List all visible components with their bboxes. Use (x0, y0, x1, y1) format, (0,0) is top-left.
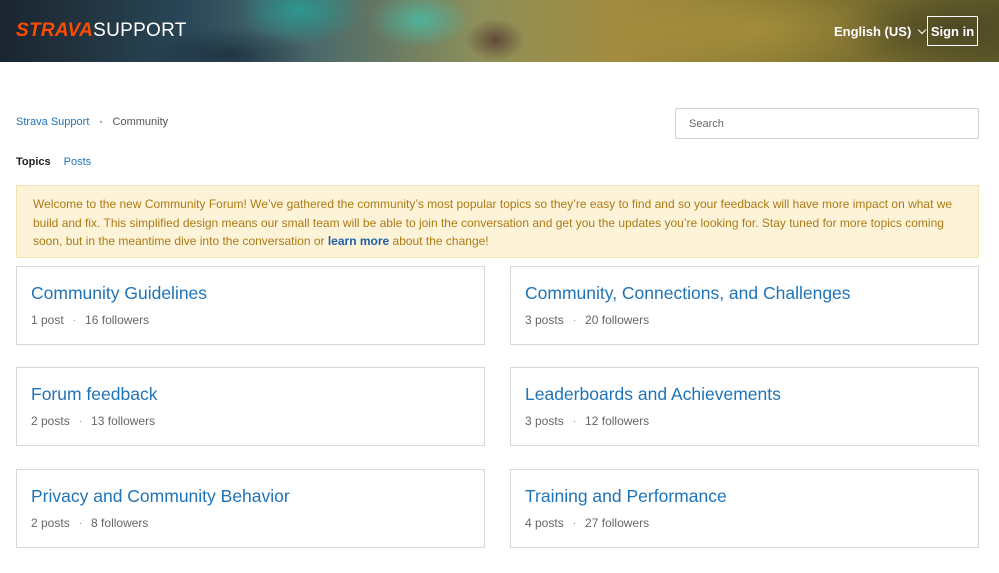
topic-follower-count: 13 followers (91, 414, 156, 428)
topic-title[interactable]: Forum feedback (31, 384, 157, 405)
meta-separator: · (572, 415, 577, 427)
notice-text: Welcome to the new Community Forum! We’v… (33, 197, 953, 248)
meta-separator: · (572, 314, 577, 326)
welcome-notice: Welcome to the new Community Forum! We’v… (16, 185, 979, 258)
topic-card[interactable]: Community, Connections, and Challenges 3… (510, 266, 979, 345)
topic-meta: 1 post · 16 followers (31, 313, 149, 327)
search-input[interactable] (675, 108, 979, 139)
breadcrumb: Strava Support • Community (16, 116, 168, 128)
topic-title[interactable]: Training and Performance (525, 486, 727, 507)
topic-card[interactable]: Training and Performance 4 posts · 27 fo… (510, 469, 979, 548)
topic-post-count: 3 posts (525, 313, 564, 327)
topic-follower-count: 20 followers (585, 313, 650, 327)
topic-card[interactable]: Community Guidelines 1 post · 16 followe… (16, 266, 485, 345)
meta-separator: · (572, 517, 577, 529)
topic-post-count: 3 posts (525, 414, 564, 428)
view-tabs: Topics Posts (16, 156, 91, 168)
topic-meta: 4 posts · 27 followers (525, 516, 649, 530)
topic-follower-count: 8 followers (91, 516, 149, 530)
topic-post-count: 1 post (31, 313, 64, 327)
logo-brand: STRAVA (16, 20, 94, 41)
breadcrumb-home-link[interactable]: Strava Support (16, 116, 89, 128)
topic-card[interactable]: Leaderboards and Achievements 3 posts · … (510, 367, 979, 446)
breadcrumb-current: Community (112, 116, 169, 128)
notice-text-end: about the change! (389, 234, 489, 248)
strava-support-logo[interactable]: STRAVASUPPORT (16, 20, 187, 42)
tab-topics[interactable]: Topics (16, 156, 51, 168)
topic-meta: 3 posts · 12 followers (525, 414, 649, 428)
topic-follower-count: 16 followers (85, 313, 150, 327)
topic-post-count: 2 posts (31, 516, 70, 530)
learn-more-link[interactable]: learn more (328, 234, 389, 248)
topic-meta: 2 posts · 8 followers (31, 516, 148, 530)
topic-meta: 2 posts · 13 followers (31, 414, 155, 428)
tab-posts[interactable]: Posts (64, 156, 92, 168)
topic-post-count: 2 posts (31, 414, 70, 428)
chevron-down-icon (918, 25, 927, 35)
topic-card[interactable]: Forum feedback 2 posts · 13 followers (16, 367, 485, 446)
meta-separator: · (78, 415, 83, 427)
topic-title[interactable]: Community, Connections, and Challenges (525, 283, 851, 304)
meta-separator: · (72, 314, 77, 326)
topic-follower-count: 27 followers (585, 516, 650, 530)
topic-title[interactable]: Leaderboards and Achievements (525, 384, 781, 405)
topic-title[interactable]: Privacy and Community Behavior (31, 486, 290, 507)
site-header: STRAVASUPPORT English (US) Sign in (0, 0, 999, 62)
topic-follower-count: 12 followers (585, 414, 650, 428)
topic-title[interactable]: Community Guidelines (31, 283, 207, 304)
meta-separator: · (78, 517, 83, 529)
topic-post-count: 4 posts (525, 516, 564, 530)
language-selector[interactable]: English (US) (834, 24, 927, 39)
topic-card[interactable]: Privacy and Community Behavior 2 posts ·… (16, 469, 485, 548)
language-label: English (US) (834, 24, 912, 39)
breadcrumb-separator: • (99, 117, 103, 127)
sign-in-button[interactable]: Sign in (927, 16, 978, 46)
logo-suffix: SUPPORT (93, 20, 187, 41)
topic-meta: 3 posts · 20 followers (525, 313, 649, 327)
